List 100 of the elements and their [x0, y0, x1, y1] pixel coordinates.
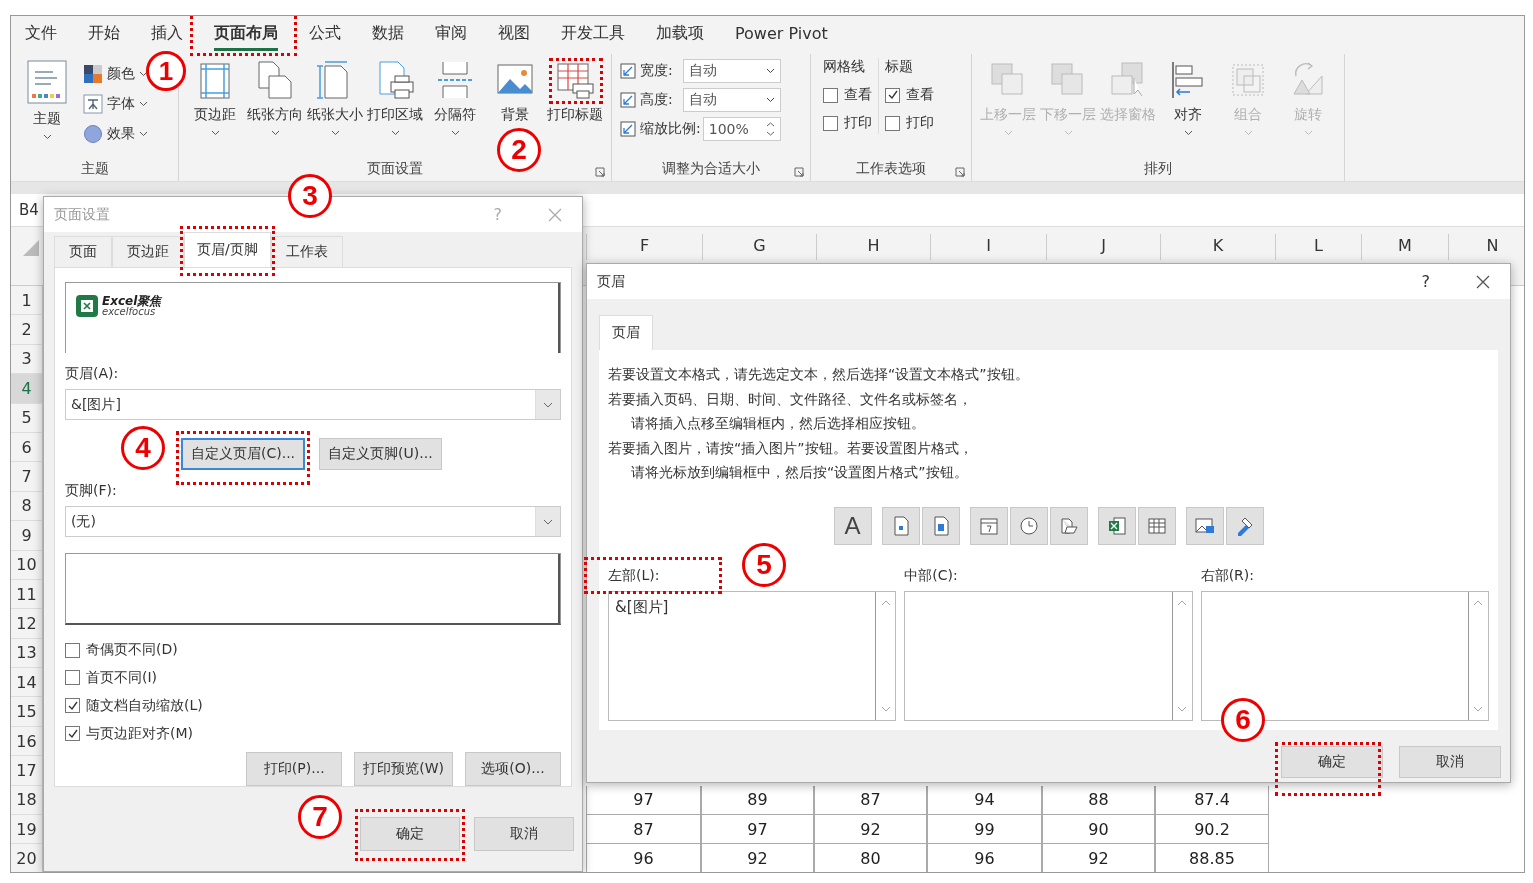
picture-button[interactable]	[1185, 506, 1224, 545]
date-button[interactable]	[969, 506, 1008, 545]
cancel-button[interactable]: 取消	[474, 817, 574, 851]
column-header[interactable]: M	[1361, 234, 1448, 260]
header-dropdown[interactable]: &[图片]	[65, 389, 561, 421]
row-header[interactable]: 10	[11, 550, 43, 580]
ribbon-tab[interactable]: 开发工具	[561, 19, 625, 51]
row-header[interactable]: 19	[11, 815, 43, 845]
format-picture-button[interactable]	[1225, 506, 1264, 545]
dialog-launcher-icon[interactable]	[794, 167, 804, 177]
sheet-button[interactable]	[1137, 506, 1176, 545]
ribbon-tab[interactable]: 页面布局	[214, 19, 278, 51]
checkbox[interactable]: 查看	[885, 84, 934, 106]
dialog-button[interactable]: 自定义页脚(U)...	[319, 438, 442, 471]
dialog-tab[interactable]: 页边距	[112, 236, 184, 267]
dropdown-field[interactable]: 自动	[682, 88, 781, 112]
theme-option-button[interactable]: 字体	[83, 92, 148, 116]
ribbon-tab[interactable]: 加载项	[656, 19, 704, 51]
column-header[interactable]: N	[1448, 234, 1524, 260]
dialog-button[interactable]: 打印预览(W)	[354, 752, 453, 786]
checkbox[interactable]: 与页边距对齐(M)	[65, 723, 561, 744]
dialog-tab[interactable]: 页眉/页脚	[184, 232, 271, 267]
themes-button[interactable]: 主题	[17, 58, 77, 142]
ok-button[interactable]: 确定	[1281, 746, 1383, 778]
column-header[interactable]: H	[816, 234, 930, 260]
ribbon-button[interactable]: 打印区域	[365, 58, 425, 138]
theme-option-button[interactable]: 效果	[83, 122, 148, 146]
checkbox[interactable]: 打印	[885, 112, 934, 134]
ribbon-tab[interactable]: Power Pivot	[735, 20, 828, 50]
column-header[interactable]: K	[1160, 234, 1275, 260]
row-header[interactable]: 15	[11, 697, 43, 727]
page-count-button[interactable]	[921, 506, 960, 545]
ribbon-button[interactable]: 纸张方向	[245, 58, 305, 138]
column-header[interactable]: J	[1046, 234, 1160, 260]
theme-option-button[interactable]: 颜色	[83, 62, 148, 86]
page-number-button[interactable]	[881, 506, 920, 545]
field-label: 宽度:	[640, 62, 673, 80]
excel-file-button[interactable]	[1097, 506, 1136, 545]
dialog-button[interactable]: 打印(P)...	[246, 752, 343, 786]
dialog-tab[interactable]: 工作表	[270, 236, 343, 267]
checkbox[interactable]: 奇偶页不同(D)	[65, 639, 561, 661]
row-header[interactable]: 1	[11, 286, 43, 316]
column-header[interactable]: L	[1275, 234, 1361, 260]
dialog-launcher-icon[interactable]	[955, 167, 965, 177]
checkbox[interactable]: 查看	[823, 84, 872, 106]
column-header[interactable]: F	[586, 234, 702, 260]
help-button[interactable]: ?	[1421, 272, 1430, 291]
row-header[interactable]: 5	[11, 403, 43, 433]
table-cell: 96	[586, 844, 701, 872]
row-header[interactable]: 12	[11, 609, 43, 639]
dialog-tab[interactable]: 页眉	[599, 315, 653, 350]
row-header[interactable]: 13	[11, 638, 43, 669]
dialog-button[interactable]: 自定义页眉(C)...	[181, 438, 306, 471]
spinner-field[interactable]: 100%	[702, 117, 781, 141]
checkbox[interactable]: 打印	[823, 112, 872, 134]
column-header[interactable]: G	[702, 234, 816, 260]
time-button[interactable]	[1009, 506, 1048, 545]
ribbon-tab[interactable]: 开始	[88, 19, 120, 51]
text-area[interactable]: &[图片]	[608, 590, 897, 721]
ribbon-button[interactable]: 对齐	[1158, 58, 1218, 138]
ribbon-button[interactable]: 纸张大小	[305, 58, 365, 138]
row-header[interactable]: 14	[11, 668, 43, 698]
row-header[interactable]: 16	[11, 726, 43, 757]
row-header[interactable]: 2	[11, 315, 43, 345]
dialog-launcher-icon[interactable]	[595, 167, 605, 177]
text-area[interactable]	[904, 590, 1193, 721]
ribbon-tab[interactable]: 数据	[372, 19, 404, 51]
row-header[interactable]: 3	[11, 344, 43, 375]
row-header[interactable]: 17	[11, 756, 43, 786]
row-header[interactable]: 11	[11, 579, 43, 610]
checkbox[interactable]: 首页不同(I)	[65, 667, 561, 689]
row-header[interactable]: 18	[11, 785, 43, 816]
row-header[interactable]: 6	[11, 432, 43, 463]
ok-button[interactable]: 确定	[360, 817, 460, 851]
chevron-down-icon	[543, 401, 553, 408]
row-header[interactable]: 20	[11, 844, 43, 872]
dialog-button[interactable]: 选项(O)...	[465, 752, 561, 786]
row-header[interactable]: 8	[11, 491, 43, 522]
ribbon-tab[interactable]: 视图	[498, 19, 530, 51]
ribbon-button[interactable]: 背景	[485, 58, 545, 126]
ribbon-tab[interactable]: 插入	[151, 19, 183, 51]
checkbox[interactable]: 随文档自动缩放(L)	[65, 695, 561, 717]
column-header[interactable]: I	[930, 234, 1046, 260]
row-header[interactable]: 9	[11, 521, 43, 551]
dropdown-field[interactable]: 自动	[682, 59, 781, 83]
ribbon-button[interactable]: 打印标题	[545, 58, 605, 126]
close-icon[interactable]	[1476, 274, 1490, 289]
ribbon-tab[interactable]: 公式	[309, 19, 341, 51]
format-text-button[interactable]: A	[833, 506, 872, 545]
name-box[interactable]: B4	[19, 201, 39, 219]
ribbon-button[interactable]: 页边距	[185, 58, 245, 138]
ribbon-tab[interactable]: 文件	[25, 19, 57, 51]
cancel-button[interactable]: 取消	[1399, 746, 1501, 778]
ribbon-button[interactable]: 分隔符	[425, 58, 485, 138]
file-path-button[interactable]	[1049, 506, 1088, 545]
footer-dropdown[interactable]: (无)	[65, 506, 561, 538]
row-header[interactable]: 4	[11, 374, 43, 404]
row-header[interactable]: 7	[11, 462, 43, 492]
ribbon-tab[interactable]: 审阅	[435, 19, 467, 51]
dialog-tab[interactable]: 页面	[54, 236, 112, 267]
